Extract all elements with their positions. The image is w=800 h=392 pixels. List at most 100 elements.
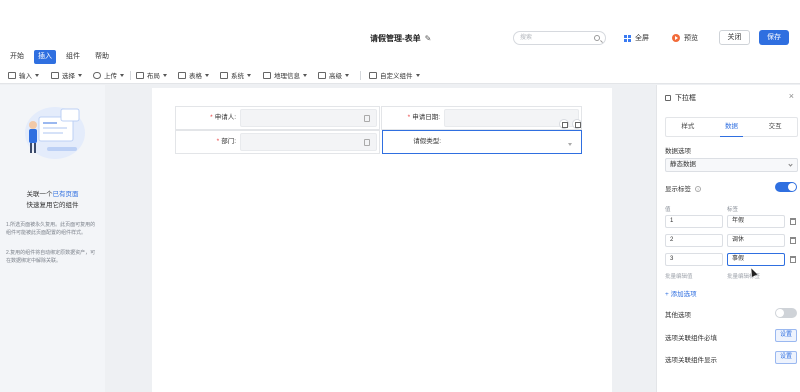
- table-icon: [178, 71, 186, 79]
- tab-data[interactable]: 数据: [710, 118, 754, 137]
- chevron-down-icon: [120, 73, 124, 77]
- field-apply-date-label: * 申请日期:: [382, 107, 440, 129]
- chevron-down-icon: [35, 73, 39, 77]
- option-label-input[interactable]: 年假: [727, 215, 785, 228]
- display-link-settings-button[interactable]: 设置: [775, 351, 797, 364]
- search-icon[interactable]: [594, 35, 600, 41]
- field-department-label-text: 部门:: [221, 138, 236, 145]
- chevron-down-icon: [345, 73, 349, 77]
- page-title-text: 请假管理-表单: [370, 34, 421, 43]
- data-source-select[interactable]: 静态数据: [665, 158, 798, 172]
- properties-title: 下拉框: [665, 93, 696, 103]
- required-asterisk: *: [407, 114, 411, 121]
- chevron-down-icon: [163, 73, 167, 77]
- applicant-input[interactable]: [240, 109, 377, 127]
- search-input[interactable]: [520, 32, 594, 44]
- other-option-label: 其他选项: [665, 312, 691, 319]
- link-existing-page[interactable]: 已有页面: [53, 191, 79, 198]
- form-row: * 申请人: * 申请日期:: [175, 106, 582, 130]
- preview-button[interactable]: 预览: [672, 32, 698, 44]
- input-icon: [8, 71, 16, 79]
- preview-icon: [672, 34, 680, 42]
- data-source-value: 静态数据: [670, 161, 696, 168]
- link-page-subheading: 快速复用它的组件: [26, 202, 79, 209]
- field-leave-type[interactable]: 请假类型:: [382, 130, 582, 154]
- field-department[interactable]: * 部门:: [175, 130, 380, 154]
- close-icon[interactable]: ×: [789, 91, 794, 101]
- display-link-label: 选项关联组件显示: [665, 357, 717, 364]
- required-asterisk: *: [216, 138, 220, 145]
- tool-system-label: 系统: [231, 73, 244, 80]
- option-label-input[interactable]: 调休: [727, 234, 785, 247]
- menu-tab-start[interactable]: 开始: [6, 50, 28, 64]
- add-option-button[interactable]: + 添加选项: [665, 288, 697, 298]
- leave-type-select[interactable]: [445, 133, 579, 151]
- chevron-down-icon: [415, 73, 420, 77]
- org-icon: [364, 139, 370, 146]
- bulk-edit-values-link[interactable]: 批量编辑值: [665, 272, 693, 280]
- page-title[interactable]: 请假管理-表单 ✎: [370, 33, 431, 44]
- option-value-input[interactable]: 3: [665, 253, 723, 266]
- form-canvas[interactable]: * 申请人: * 申请日期: * 部门: 请假类型:: [152, 88, 612, 392]
- value-column-header: 值: [665, 207, 671, 213]
- fullscreen-icon: [624, 34, 631, 42]
- show-label-toggle[interactable]: [775, 182, 797, 192]
- department-input[interactable]: [240, 133, 377, 151]
- menu-tab-components[interactable]: 组件: [62, 50, 84, 64]
- close-button[interactable]: 关闭: [719, 30, 750, 45]
- link-page-heading: 关联一个已有页面: [0, 188, 105, 198]
- tool-advanced[interactable]: 高级: [318, 69, 349, 81]
- field-action-buttons: [559, 119, 582, 129]
- dropdown-component-icon: [665, 95, 671, 101]
- other-option-toggle[interactable]: [775, 308, 797, 318]
- tool-layout[interactable]: 布局: [136, 69, 167, 81]
- menu-tab-insert[interactable]: 插入: [34, 50, 56, 64]
- show-label-text: 显示标签: [665, 186, 691, 193]
- help-icon[interactable]: ?: [695, 186, 701, 193]
- tool-upload[interactable]: 上传: [93, 69, 124, 81]
- tab-interaction[interactable]: 交互: [753, 118, 797, 136]
- field-apply-date[interactable]: * 申请日期:: [381, 106, 582, 130]
- cloud-upload-icon: [93, 71, 101, 79]
- tool-system[interactable]: 系统: [220, 69, 251, 81]
- search-box[interactable]: [513, 31, 606, 45]
- menu-tab-help[interactable]: 帮助: [91, 50, 113, 64]
- tool-input[interactable]: 输入: [8, 69, 39, 81]
- trash-icon[interactable]: [790, 237, 796, 244]
- trash-icon[interactable]: [790, 256, 796, 263]
- tool-select[interactable]: 选择: [51, 69, 82, 81]
- tool-custom-label: 自定义组件: [380, 73, 413, 80]
- copy-icon[interactable]: [559, 119, 569, 129]
- fullscreen-button[interactable]: 全屏: [624, 32, 649, 44]
- tool-custom[interactable]: 自定义组件: [369, 69, 420, 81]
- option-value-input[interactable]: 2: [665, 234, 723, 247]
- label-column-header: 标签: [727, 207, 739, 213]
- option-label-input[interactable]: 事假: [727, 253, 785, 266]
- menu-bar: 开始 插入 组件 帮助: [0, 48, 800, 66]
- chevron-down-icon: [568, 143, 572, 146]
- trash-icon[interactable]: [790, 218, 796, 225]
- edit-pencil-icon[interactable]: ✎: [425, 34, 432, 43]
- tool-table[interactable]: 表格: [178, 69, 209, 81]
- toolbar-divider: [130, 71, 131, 80]
- left-panel: 关联一个已有页面 快速复用它的组件 1.所选页面被永久复用。此页面可复用的组件可…: [0, 85, 105, 392]
- chevron-down-icon: [303, 73, 307, 77]
- insert-toolbar: 输入 选择 上传 布局 表格 系统 地理信息 高级 自定义组件: [0, 66, 800, 84]
- advanced-icon: [318, 71, 326, 79]
- option-value-input[interactable]: 1: [665, 215, 723, 228]
- top-bar: 请假管理-表单 ✎ 全屏 预览 关闭 保存: [0, 0, 800, 48]
- tool-geo[interactable]: 地理信息: [263, 69, 307, 81]
- tab-style[interactable]: 样式: [666, 118, 710, 136]
- tool-table-label: 表格: [189, 73, 202, 80]
- user-icon: [364, 115, 370, 122]
- delete-icon[interactable]: [572, 119, 582, 129]
- properties-title-text: 下拉框: [675, 95, 696, 102]
- show-label-row: 显示标签?: [665, 183, 701, 193]
- chevron-down-icon: [788, 162, 793, 167]
- chevron-down-icon: [78, 73, 82, 77]
- field-applicant[interactable]: * 申请人:: [175, 106, 380, 130]
- save-button[interactable]: 保存: [759, 30, 789, 45]
- tool-upload-label: 上传: [104, 73, 117, 80]
- properties-tabs: 样式 数据 交互: [665, 117, 798, 137]
- required-link-settings-button[interactable]: 设置: [775, 329, 797, 342]
